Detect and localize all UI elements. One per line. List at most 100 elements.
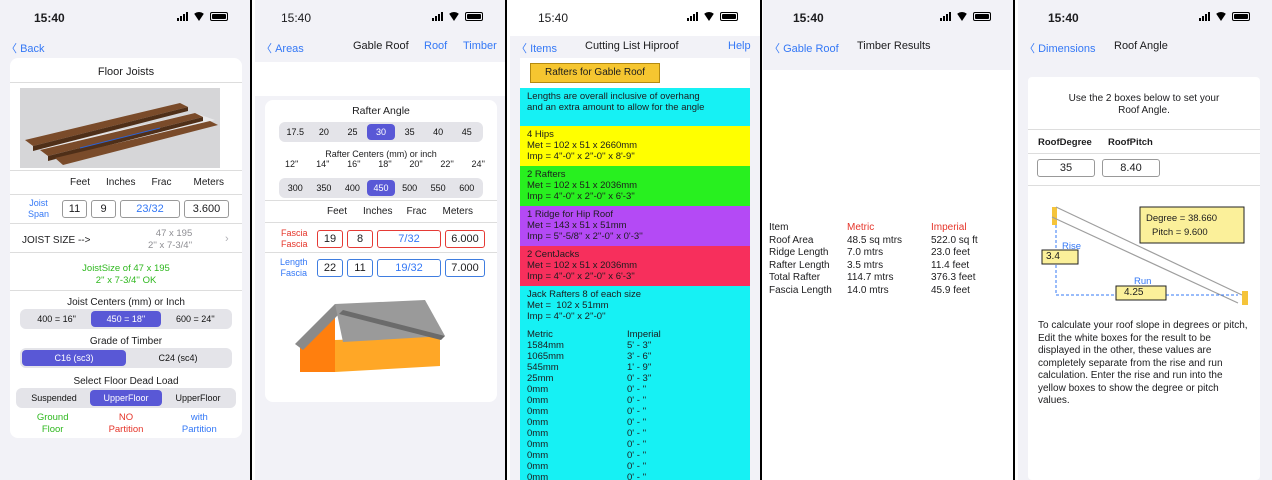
back-button[interactable]: 〈 Dimensions — [1024, 40, 1096, 56]
imperial-cell: 0' - '' — [627, 406, 647, 417]
metric-cell: 0mm — [527, 384, 549, 395]
help-button[interactable]: Help — [728, 40, 751, 52]
fascia-frac-input[interactable]: 7/32 — [377, 230, 441, 248]
fascia-meters-input[interactable]: 6.000 — [445, 230, 485, 248]
roof-slope-diagram — [1041, 206, 1248, 305]
battery-icon — [465, 12, 483, 21]
metric-cell: 545mm — [527, 362, 559, 373]
result-item: Rafter Length — [769, 259, 830, 271]
center-400-option[interactable]: 400 — [338, 180, 367, 196]
joist-centers-title: Joist Centers (mm) or Inch — [67, 297, 185, 308]
metric-cell: 0mm — [527, 417, 549, 428]
roof-pitch-input[interactable]: 8.40 — [1102, 159, 1160, 177]
length-frac-input[interactable]: 19/32 — [377, 259, 441, 277]
back-button[interactable]: 〈 Back — [6, 40, 45, 56]
metric-cell: 0mm — [527, 428, 549, 439]
fascia-feet-input[interactable]: 19 — [317, 230, 343, 248]
rafter-angle-segmented: 17.5 20 25 30 35 40 45 — [279, 122, 483, 142]
back-button[interactable]: 〈 Areas — [261, 40, 304, 56]
rise-input[interactable]: 3.4 — [1046, 251, 1060, 262]
center-400-option[interactable]: 400 = 16'' — [22, 311, 91, 327]
roof-degree-input[interactable]: 35 — [1037, 159, 1095, 177]
center-500-option[interactable]: 500 — [395, 180, 424, 196]
inch-centers-labels: 12'' 14'' 16'' 18'' 20'' 22'' 24'' — [285, 159, 485, 169]
result-imperial: 522.0 sq ft — [931, 234, 978, 246]
lengths-table: Metric Imperial 1584mm 5' - 3'' 1065mm 3' - … — [520, 326, 750, 480]
metric-cell: 0mm — [527, 395, 549, 406]
imperial-cell: 0' - '' — [627, 439, 647, 450]
center-450-option[interactable]: 450 — [366, 180, 396, 196]
center-600-option[interactable]: 600 = 24'' — [161, 311, 230, 327]
angle-17-5-option[interactable]: 17.5 — [281, 124, 310, 140]
span-meters-input[interactable]: 3.600 — [184, 200, 229, 218]
grade-c16-option[interactable]: C16 (sc3) — [22, 350, 126, 366]
angle-20-option[interactable]: 20 — [310, 124, 339, 140]
angle-25-option[interactable]: 25 — [338, 124, 367, 140]
centjacks-item: 2 CentJacks Met = 102 x 51 x 2036mm Imp … — [520, 246, 750, 286]
pitch-result: Pitch = 9.600 — [1152, 227, 1208, 238]
center-300-option[interactable]: 300 — [281, 180, 310, 196]
run-input[interactable]: 4.25 — [1124, 287, 1143, 298]
imperial-cell: 0' - '' — [627, 428, 647, 439]
back-button[interactable]: 〈 Gable Roof — [769, 40, 839, 56]
angle-40-option[interactable]: 40 — [424, 124, 453, 140]
table-row: 25mm 0' - 3'' — [527, 373, 743, 384]
load-upperfloor-option[interactable]: UpperFloor — [90, 390, 162, 406]
column-headers: Feet Inches Frac Meters — [70, 177, 224, 188]
load-upperfloor-partition-option[interactable]: UpperFloor — [162, 390, 234, 406]
chevron-right-icon: › — [225, 233, 229, 245]
fascia-inches-input[interactable]: 8 — [347, 230, 373, 248]
degree-result: Degree = 38.660 — [1146, 213, 1218, 224]
floor-joists-card: Floor Joists Feet Inches Frac Meters Joist … — [10, 58, 242, 438]
angle-35-option[interactable]: 35 — [395, 124, 424, 140]
back-button[interactable]: 〈 Items — [516, 40, 557, 56]
floor-joists-screen: 15:40 〈 Back Floor Joists Feet Inches Frac… — [0, 0, 252, 480]
roof-button[interactable]: Roof — [424, 40, 447, 52]
table-row: 0mm 0' - '' — [527, 428, 743, 439]
length-feet-input[interactable]: 22 — [317, 259, 343, 277]
angle-45-option[interactable]: 45 — [452, 124, 481, 140]
status-bar: 15:40 — [255, 0, 505, 36]
center-450-option[interactable]: 450 = 18'' — [91, 311, 161, 327]
feet-header: Feet — [327, 206, 348, 217]
hips-item: 4 Hips Met = 102 x 51 x 2660mm Imp = 4''… — [520, 126, 750, 166]
grade-title: Grade of Timber — [89, 336, 163, 347]
grade-c24-option[interactable]: C24 (sc4) — [126, 350, 230, 366]
imperial-cell: 0' - '' — [627, 384, 647, 395]
inches-header: Inches — [106, 177, 136, 188]
imperial-cell: 3' - 6'' — [627, 351, 652, 362]
angle-30-option[interactable]: 30 — [366, 124, 396, 140]
timber-button[interactable]: Timber — [463, 40, 497, 52]
result-item: Roof Area — [769, 234, 814, 246]
load-suspended-option[interactable]: Suspended — [18, 390, 90, 406]
table-row: 0mm 0' - '' — [527, 472, 743, 480]
imperial-cell: 0' - '' — [627, 450, 647, 461]
length-inches-input[interactable]: 11 — [347, 259, 373, 277]
gable-roof-screen: 15:40 〈 Areas Gable Roof Roof Timber Raf… — [255, 0, 507, 480]
ridge-item: 1 Ridge for Hip Roof Met = 143 x 51 x 51… — [520, 206, 750, 246]
metric-cell: 0mm — [527, 461, 549, 472]
metric-cell: 0mm — [527, 450, 549, 461]
result-metric: 48.5 sq mtrs — [847, 234, 903, 246]
nav-title: Gable Roof — [353, 40, 409, 52]
ground-floor-note: Ground Floor — [36, 412, 69, 435]
length-meters-input[interactable]: 7.000 — [445, 259, 485, 277]
table-row: 0mm 0' - '' — [527, 417, 743, 428]
span-feet-input[interactable]: 11 — [62, 200, 87, 218]
result-item: Fascia Length — [769, 284, 832, 296]
roof-angle-screen: 15:40 〈 Dimensions Roof Angle Use the 2 … — [1018, 0, 1272, 480]
signal-icon — [432, 12, 443, 21]
span-inches-input[interactable]: 9 — [91, 200, 116, 218]
load-notes: Ground Floor NO Partition with Partition — [16, 412, 236, 436]
table-row: 1584mm 5' - 3'' — [527, 340, 743, 351]
rafters-gable-button[interactable]: Rafters for Gable Roof — [530, 63, 660, 83]
battery-icon — [210, 12, 228, 21]
signal-icon — [1199, 12, 1210, 21]
jack-rafters-item: Jack Rafters 8 of each size Met = 102 x … — [520, 286, 750, 326]
clock: 15:40 — [34, 11, 65, 25]
center-600-option[interactable]: 600 — [452, 180, 481, 196]
center-350-option[interactable]: 350 — [310, 180, 339, 196]
center-550-option[interactable]: 550 — [424, 180, 453, 196]
span-frac-input[interactable]: 23/32 — [120, 200, 180, 218]
joist-size-label: JOIST SIZE --> — [22, 235, 91, 246]
